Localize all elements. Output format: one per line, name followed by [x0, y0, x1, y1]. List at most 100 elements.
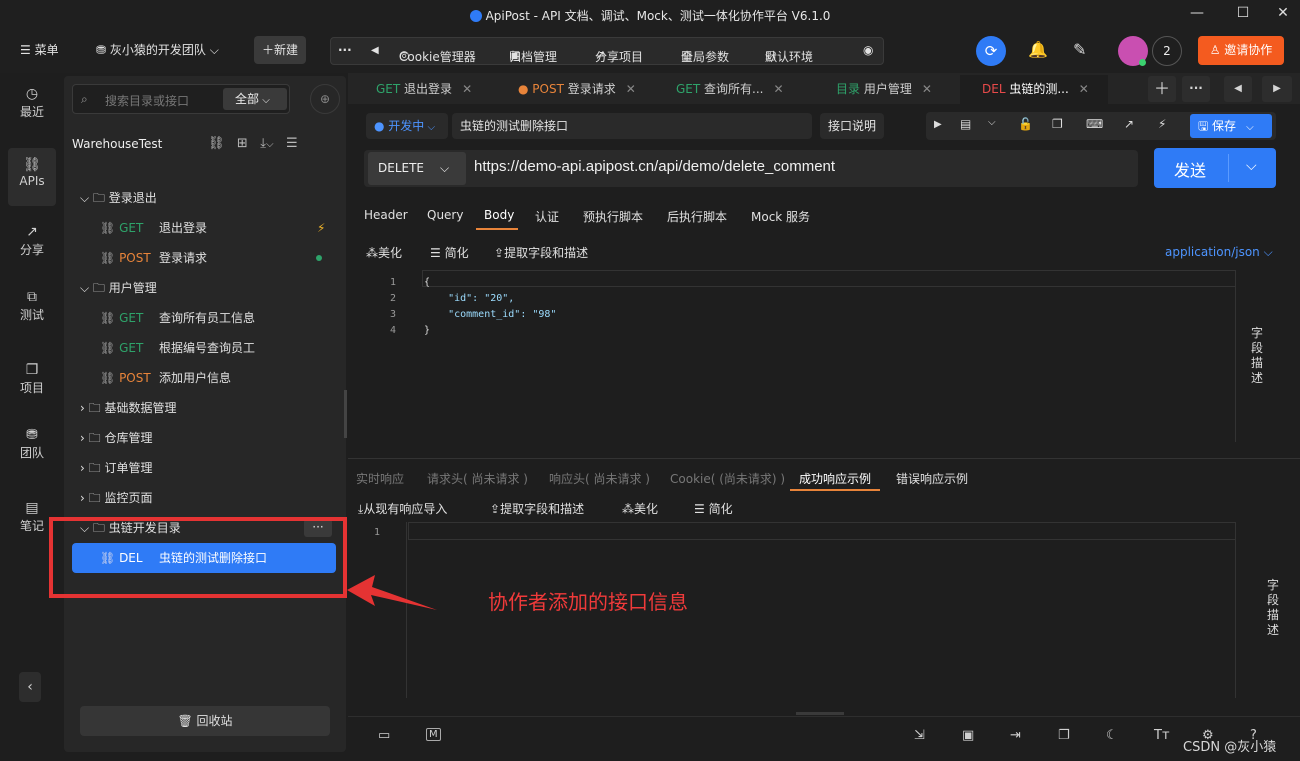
- share-icon[interactable]: ↗: [1124, 117, 1134, 131]
- rail-team[interactable]: ⛃ 团队: [8, 418, 56, 476]
- add-tab-icon[interactable]: ＋: [1148, 76, 1176, 102]
- response-editor[interactable]: 1: [348, 522, 1236, 698]
- add-api-icon[interactable]: ⛓: [208, 136, 225, 151]
- new-button[interactable]: ＋新建: [254, 36, 307, 64]
- bell-icon[interactable]: 🔔: [1028, 40, 1048, 59]
- tab-more-icon[interactable]: ···: [1182, 76, 1210, 102]
- search-input[interactable]: 搜索目录或接口: [105, 92, 189, 109]
- doc-edit-icon[interactable]: ✎: [1073, 40, 1086, 59]
- maximize-button[interactable]: ☐: [1233, 5, 1253, 23]
- search-box[interactable]: ⌕ 搜索目录或接口 全部 ⌵: [72, 84, 290, 114]
- folder-warehouse[interactable]: › 🗀 仓库管理: [80, 423, 152, 453]
- close-icon[interactable]: ✕: [1079, 82, 1089, 96]
- status-selector[interactable]: ● 开发中 ⌵: [366, 113, 448, 139]
- tab-request-headers[interactable]: 请求头( 尚未请求 ): [427, 470, 528, 487]
- split-icon[interactable]: ⇥: [1010, 728, 1021, 743]
- tab-login[interactable]: ● POST 登录请求 ✕: [518, 76, 636, 104]
- folder-login[interactable]: ⌵ 🗀 登录退出: [80, 183, 157, 213]
- chevron-down-icon[interactable]: ⌵: [266, 139, 274, 150]
- folder-monitor[interactable]: › 🗀 监控页面: [80, 483, 152, 513]
- chevron-down-icon[interactable]: ⌵: [988, 117, 996, 128]
- tab-success-example[interactable]: 成功响应示例: [799, 470, 871, 487]
- markdown-icon[interactable]: M: [426, 728, 441, 741]
- more-button[interactable]: ···: [338, 43, 352, 57]
- resize-handle[interactable]: [796, 712, 844, 715]
- tab-post-script[interactable]: 后执行脚本: [667, 208, 727, 225]
- collapse-tree-icon[interactable]: ☰: [286, 136, 298, 151]
- menu-button[interactable]: ☰ 菜单: [20, 36, 59, 64]
- tab-body[interactable]: Body: [484, 208, 514, 222]
- simplify-button[interactable]: ☰ 简化: [694, 500, 733, 517]
- close-icon[interactable]: ✕: [462, 82, 472, 96]
- field-desc-toggle[interactable]: 字段描述: [1266, 578, 1280, 638]
- tab-delete-active[interactable]: DEL 虫链的测... ✕: [960, 75, 1108, 105]
- minimize-button[interactable]: —: [1187, 5, 1207, 23]
- url-input[interactable]: https://demo-api.apipost.cn/api/demo/del…: [474, 158, 835, 175]
- tab-cookie[interactable]: Cookie( (尚未请求) ): [670, 470, 785, 487]
- tab-live-response[interactable]: 实时响应: [356, 470, 404, 487]
- tab-logout[interactable]: GET 退出登录 ✕: [376, 76, 472, 104]
- field-desc-toggle[interactable]: 字段描述: [1250, 326, 1264, 386]
- rail-apis[interactable]: ⛓ APIs: [8, 148, 56, 206]
- method-select[interactable]: DELETE ⌵: [368, 152, 466, 185]
- folder-orders[interactable]: › 🗀 订单管理: [80, 453, 152, 483]
- save-button[interactable]: 🖫 保存 ⌵: [1190, 114, 1272, 138]
- rail-share[interactable]: ↗ 分享: [8, 215, 56, 273]
- rail-test[interactable]: ⧉ 测试: [8, 280, 56, 338]
- moon-icon[interactable]: ☾: [1106, 728, 1118, 743]
- lock-icon[interactable]: 🔓: [1018, 117, 1033, 131]
- beautify-button[interactable]: ⁂美化: [366, 244, 402, 261]
- panel-icon[interactable]: ▭: [378, 728, 390, 743]
- collapse-arrow-button[interactable]: ◀: [371, 45, 379, 56]
- simplify-button[interactable]: ☰ 简化: [430, 244, 469, 261]
- console-icon[interactable]: ▣: [962, 728, 974, 743]
- locate-icon[interactable]: ⊕: [310, 84, 340, 114]
- resize-handle[interactable]: [344, 390, 347, 438]
- folder-users[interactable]: ⌵ 🗀 用户管理: [80, 273, 157, 303]
- close-window-button[interactable]: ✕: [1273, 5, 1293, 23]
- api-item[interactable]: ⛓ GET 退出登录 ⚡: [100, 213, 330, 243]
- tab-user-management[interactable]: 目录 用户管理 ✕: [836, 76, 932, 104]
- collapse-rail-button[interactable]: ‹: [19, 672, 41, 702]
- user-count-badge[interactable]: 2: [1152, 36, 1182, 66]
- copy-icon[interactable]: ❐: [1052, 117, 1063, 131]
- api-item[interactable]: ⛓ GET 查询所有员工信息: [100, 303, 330, 333]
- api-doc-button[interactable]: 接口说明: [820, 113, 884, 139]
- tab-mock[interactable]: Mock 服务: [751, 208, 810, 225]
- tab-auth[interactable]: 认证: [535, 208, 559, 225]
- doc-icon[interactable]: ▤: [960, 117, 971, 131]
- tab-query[interactable]: Query: [427, 208, 463, 222]
- close-icon[interactable]: ✕: [626, 82, 636, 96]
- beautify-button[interactable]: ⁂美化: [622, 500, 658, 517]
- sync-icon[interactable]: ⟳: [976, 36, 1006, 66]
- filter-select[interactable]: 全部 ⌵: [223, 88, 287, 110]
- import-response-button[interactable]: ⤓从现有响应导入: [358, 500, 447, 517]
- close-icon[interactable]: ✕: [922, 82, 932, 96]
- tab-query-all[interactable]: GET 查询所有... ✕: [676, 76, 784, 104]
- rail-project[interactable]: ❐ 项目: [8, 353, 56, 411]
- copy-icon[interactable]: ❐: [1058, 728, 1070, 743]
- tab-pre-script[interactable]: 预执行脚本: [583, 208, 643, 225]
- flash-icon[interactable]: ⚡: [1158, 117, 1166, 131]
- rail-recent[interactable]: ◷ 最近: [8, 77, 56, 135]
- close-icon[interactable]: ✕: [774, 82, 784, 96]
- add-folder-icon[interactable]: ⊞: [237, 136, 248, 151]
- send-button[interactable]: 发送 ⌵: [1154, 148, 1276, 188]
- tab-next-icon[interactable]: ▶: [1262, 76, 1292, 102]
- team-selector[interactable]: ⛃ 灰小猿的开发团队 ⌵: [96, 36, 219, 64]
- body-editor[interactable]: 1 2 3 4 { "id": "20", "comment_id": "98"…: [348, 270, 1236, 442]
- play-icon[interactable]: ▶: [934, 119, 942, 130]
- api-item[interactable]: ⛓ POST 登录请求: [100, 243, 330, 273]
- folder-basic-data[interactable]: › 🗀 基础数据管理: [80, 393, 176, 423]
- tab-error-example[interactable]: 错误响应示例: [896, 470, 968, 487]
- api-name-input[interactable]: 虫链的测试删除接口: [452, 113, 812, 139]
- tab-header[interactable]: Header: [364, 208, 408, 222]
- font-size-icon[interactable]: Tт: [1154, 728, 1170, 743]
- content-type-select[interactable]: application/json ⌵: [1165, 245, 1273, 260]
- compress-icon[interactable]: ⇲: [914, 728, 925, 743]
- api-item[interactable]: ⛓ GET 根据编号查询员工: [100, 333, 330, 363]
- extract-fields-button[interactable]: ⇪提取字段和描述: [490, 500, 584, 517]
- eye-icon[interactable]: ◉: [863, 43, 873, 57]
- extract-fields-button[interactable]: ⇪提取字段和描述: [494, 244, 588, 261]
- tab-response-headers[interactable]: 响应头( 尚未请求 ): [549, 470, 650, 487]
